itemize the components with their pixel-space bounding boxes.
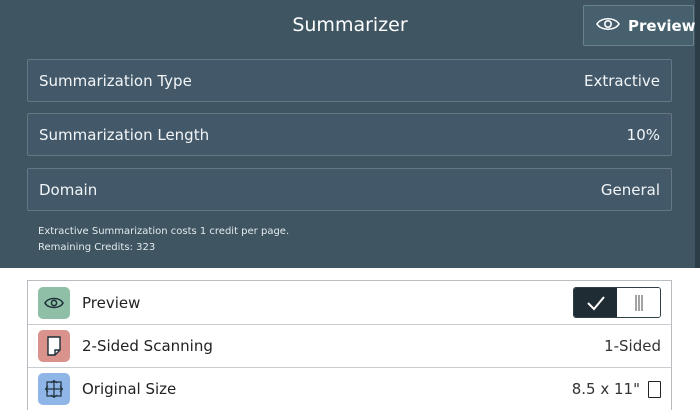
scrollbar[interactable] bbox=[695, 0, 700, 268]
preview-button[interactable]: Preview bbox=[583, 5, 696, 46]
setting-value: General bbox=[600, 180, 660, 199]
setting-label: Domain bbox=[39, 180, 98, 199]
options-list: Preview 2-Sided Scanning 1-Sided Origina… bbox=[27, 280, 672, 410]
setting-label: Summarization Length bbox=[39, 125, 210, 144]
toggle-on-segment[interactable] bbox=[574, 288, 617, 317]
setting-value: Extractive bbox=[584, 71, 660, 90]
original-size-label: Original Size bbox=[82, 380, 177, 398]
summarizer-panel: Summarizer Preview Summarization Type Ex… bbox=[0, 0, 700, 268]
two-sided-scanning-label: 2-Sided Scanning bbox=[82, 337, 213, 355]
two-sided-scanning-value: 1-Sided bbox=[604, 337, 661, 355]
setting-value: 10% bbox=[626, 125, 660, 144]
off-lines-icon bbox=[634, 294, 643, 311]
original-size-row[interactable]: Original Size 8.5 x 11" bbox=[28, 367, 671, 410]
domain-setting[interactable]: Domain General bbox=[27, 168, 672, 211]
preview-option-row[interactable]: Preview bbox=[28, 281, 671, 324]
summarization-type-setting[interactable]: Summarization Type Extractive bbox=[27, 59, 672, 102]
eye-icon bbox=[596, 16, 620, 36]
preview-option-label: Preview bbox=[82, 293, 141, 312]
summarization-length-setting[interactable]: Summarization Length 10% bbox=[27, 113, 672, 156]
preview-toggle[interactable] bbox=[573, 287, 661, 318]
two-sided-scanning-row[interactable]: 2-Sided Scanning 1-Sided bbox=[28, 324, 671, 367]
resize-icon bbox=[38, 373, 70, 405]
page-icon bbox=[38, 330, 70, 362]
toggle-off-segment[interactable] bbox=[617, 288, 660, 317]
preview-button-label: Preview bbox=[628, 16, 696, 35]
setting-label: Summarization Type bbox=[39, 71, 192, 90]
checkmark-icon bbox=[586, 295, 605, 310]
remaining-credits: Remaining Credits: 323 bbox=[38, 242, 156, 253]
original-size-value: 8.5 x 11" bbox=[571, 380, 640, 398]
portrait-page-icon bbox=[648, 380, 661, 398]
cost-info: Extractive Summarization costs 1 credit … bbox=[38, 226, 290, 237]
eye-icon bbox=[38, 286, 70, 319]
